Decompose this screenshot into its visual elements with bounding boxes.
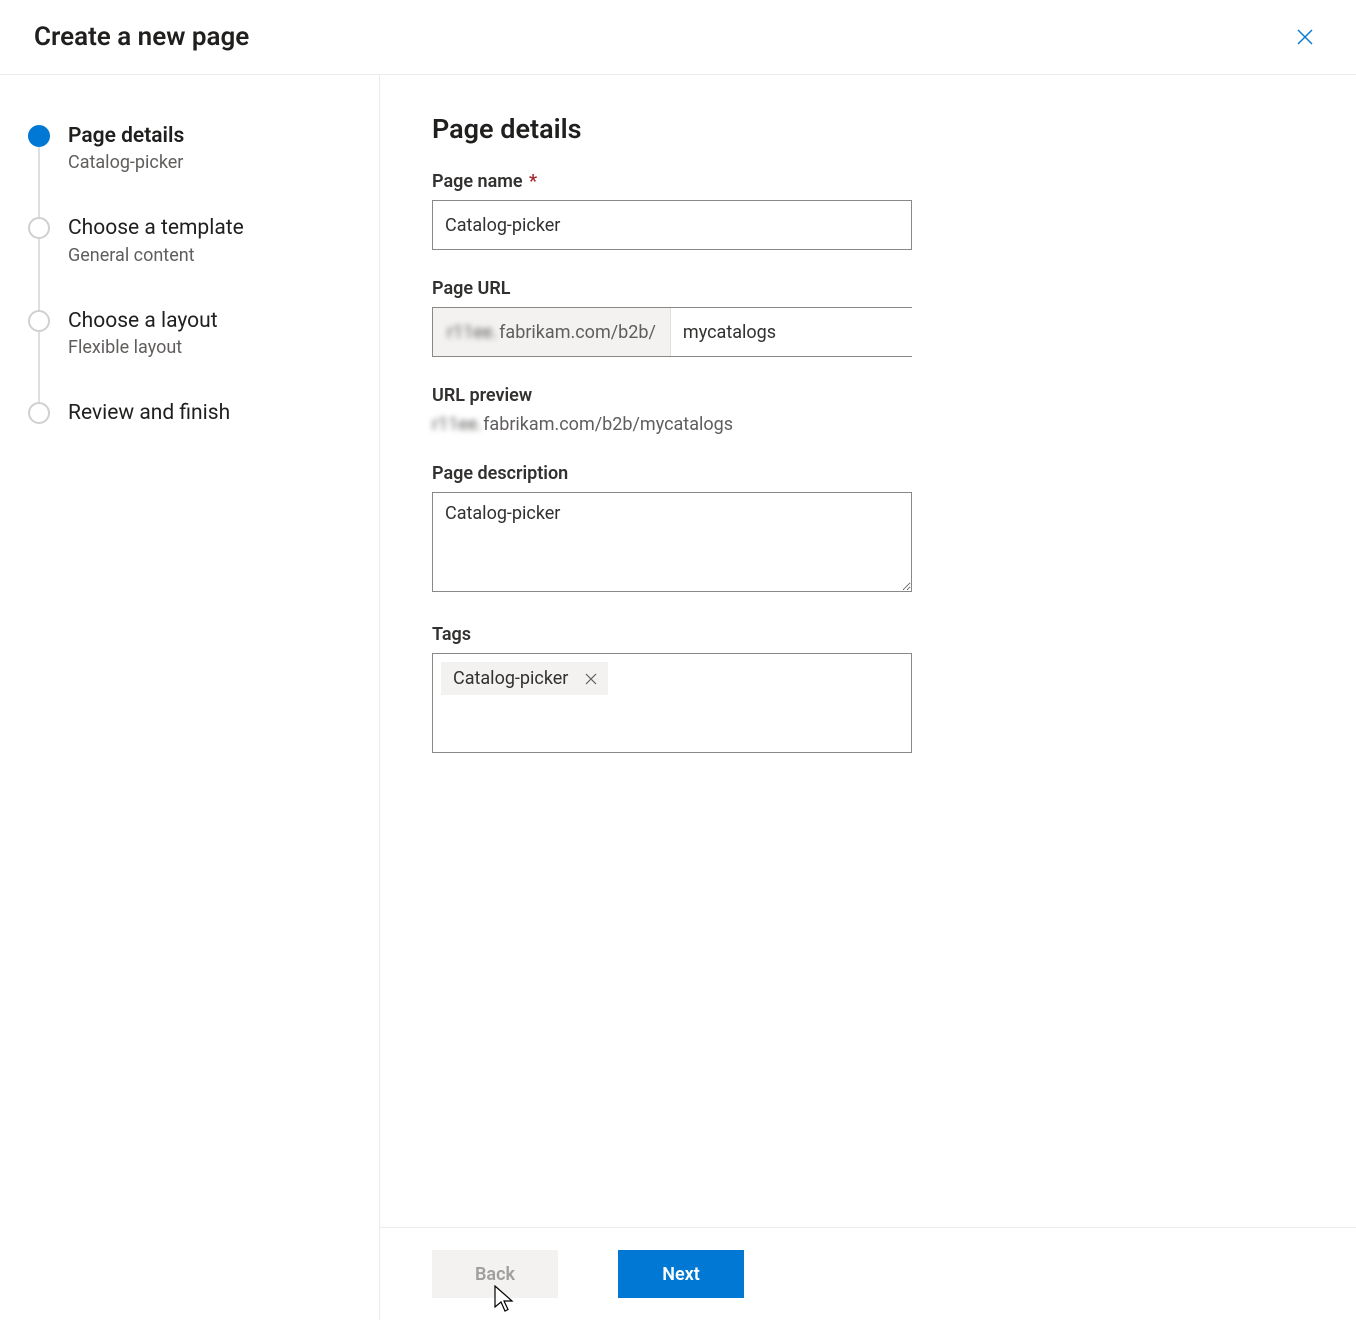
page-heading: Page details [432,113,1304,145]
tag-chip: Catalog-picker [441,662,608,695]
step-choose-template[interactable]: Choose a template General content [28,215,359,307]
close-button[interactable] [1294,26,1316,48]
back-button[interactable]: Back [432,1250,558,1298]
page-description-label: Page description [432,463,1304,484]
dialog-title: Create a new page [34,22,249,52]
step-marker-icon [28,217,50,239]
step-marker-icon [28,310,50,332]
url-preview-value: r11ee.fabrikam.com/b2b/mycatalogs [432,414,1304,435]
page-url-label: Page URL [432,278,1304,299]
page-description-input[interactable] [432,492,912,592]
wizard-steps: Page details Catalog-picker Choose a tem… [0,75,380,1320]
tags-input[interactable]: Catalog-picker [432,653,912,753]
tag-label: Catalog-picker [453,668,568,689]
step-marker-icon [28,125,50,147]
step-title: Choose a template [68,215,244,242]
tag-remove-button[interactable] [582,670,600,688]
close-icon [585,673,597,685]
step-title: Choose a layout [68,308,218,335]
step-choose-layout[interactable]: Choose a layout Flexible layout [28,308,359,400]
step-subtitle: Catalog-picker [68,152,184,173]
step-review-finish[interactable]: Review and finish [28,400,359,469]
next-button[interactable]: Next [618,1250,744,1298]
step-subtitle: General content [68,245,244,266]
step-marker-icon [28,402,50,424]
page-url-prefix: r11ee.fabrikam.com/b2b/ [433,308,671,356]
url-preview-label: URL preview [432,385,1304,406]
tags-label: Tags [432,624,1304,645]
page-name-input[interactable] [432,200,912,250]
step-title: Page details [68,123,184,150]
step-subtitle: Flexible layout [68,337,218,358]
step-title: Review and finish [68,400,230,427]
page-name-label: Page name * [432,171,1304,192]
wizard-footer: Back Next [380,1227,1356,1320]
close-icon [1295,27,1315,47]
page-url-input[interactable] [671,308,923,356]
page-url-field: r11ee.fabrikam.com/b2b/ [432,307,912,357]
step-page-details[interactable]: Page details Catalog-picker [28,123,359,215]
